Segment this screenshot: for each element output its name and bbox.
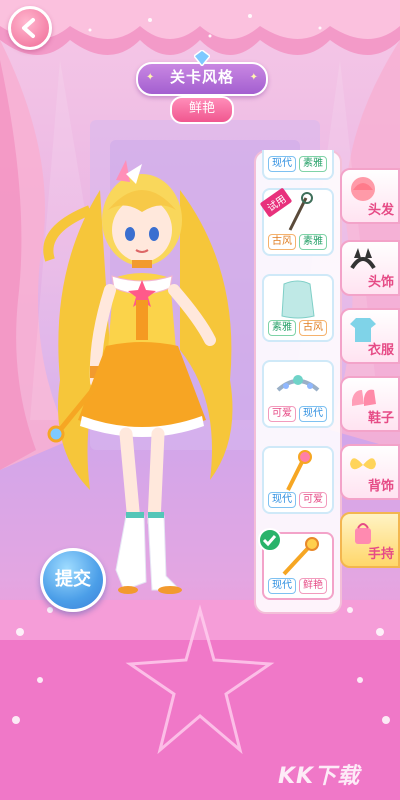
tab-label: 衣服 <box>367 343 394 358</box>
submit-button[interactable]: 提交 <box>40 548 106 612</box>
item-tag: 可爱 <box>299 492 327 508</box>
item-tag: 古风 <box>299 320 327 336</box>
tab-label: 头发 <box>367 203 394 218</box>
tab-label: 手持 <box>367 547 394 562</box>
tab-back-accessory[interactable]: 背饰 <box>340 444 400 500</box>
item-tag: 现代 <box>268 578 296 594</box>
item-card[interactable]: 现代 素雅 <box>262 150 334 180</box>
tab-label: 背饰 <box>367 479 394 494</box>
item-tag: 现代 <box>268 492 296 508</box>
gem-icon <box>194 50 210 66</box>
wand-icon <box>286 450 312 491</box>
level-style-title: 关卡风格 <box>169 68 234 86</box>
item-tag: 古风 <box>268 234 296 250</box>
tiara-icon <box>276 375 320 392</box>
check-icon <box>258 528 282 552</box>
tab-label: 头饰 <box>367 275 394 290</box>
tab-headwear[interactable]: 头饰 <box>340 240 400 296</box>
star-icon: ✦ <box>146 72 155 83</box>
item-tag: 现代 <box>299 406 327 422</box>
item-tag: 现代 <box>268 156 296 172</box>
theme-tag: 鲜艳 <box>170 96 234 124</box>
item-tag: 可爱 <box>268 406 296 422</box>
item-card-selected[interactable]: 现代 鲜艳 <box>258 528 334 600</box>
back-button[interactable] <box>8 6 52 50</box>
item-card[interactable]: 可爱 现代 <box>262 360 334 428</box>
tab-handheld[interactable]: 手持 <box>340 512 400 568</box>
veil-icon <box>281 280 315 319</box>
item-card[interactable]: 试用 古风 素雅 <box>259 187 334 256</box>
back-arrow-icon <box>22 18 35 38</box>
item-tag: 素雅 <box>299 234 327 250</box>
tab-hair[interactable]: 头发 <box>340 168 400 224</box>
star-icon: ✦ <box>249 72 258 83</box>
tab-label: 鞋子 <box>367 411 394 426</box>
level-style-banner: ✦ 关卡风格 ✦ <box>136 50 268 96</box>
item-tag: 鲜艳 <box>299 578 327 594</box>
item-card[interactable]: 现代 可爱 <box>262 446 334 514</box>
tab-shoes[interactable]: 鞋子 <box>340 376 400 432</box>
item-tag: 素雅 <box>299 156 327 172</box>
item-tag: 素雅 <box>268 320 296 336</box>
tab-clothes[interactable]: 衣服 <box>340 308 400 364</box>
item-card[interactable]: 素雅 古风 <box>262 274 334 342</box>
watermark: KK下载 <box>278 764 361 789</box>
